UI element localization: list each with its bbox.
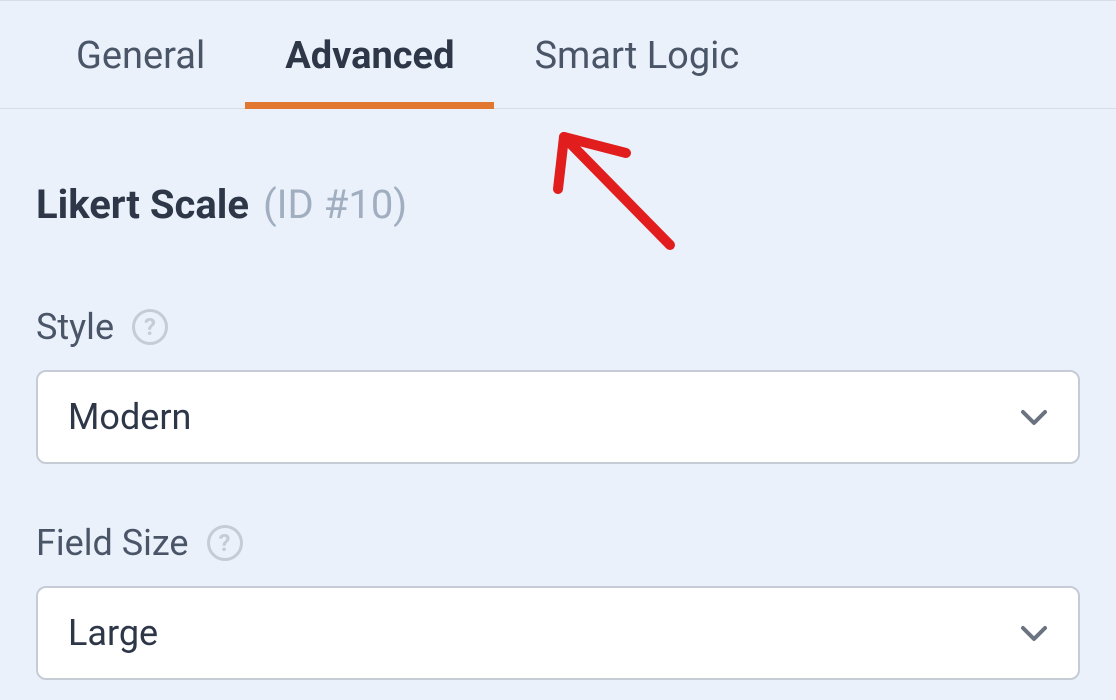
section-title-id: (ID #10) <box>263 181 407 228</box>
field-size-select[interactable]: Large <box>36 586 1080 680</box>
field-group-field-size: Field Size ? Large <box>36 522 1080 680</box>
field-label-row-field-size: Field Size ? <box>36 522 1080 564</box>
style-label: Style <box>36 306 114 348</box>
tab-advanced[interactable]: Advanced <box>245 0 494 108</box>
tab-general[interactable]: General <box>36 0 245 108</box>
help-icon[interactable]: ? <box>207 525 243 561</box>
chevron-down-icon <box>1020 403 1048 431</box>
section-title: Likert Scale (ID #10) <box>36 181 1080 228</box>
tab-smart-logic[interactable]: Smart Logic <box>494 0 779 108</box>
field-size-select-value: Large <box>68 612 158 654</box>
field-group-style: Style ? Modern <box>36 306 1080 464</box>
help-icon[interactable]: ? <box>132 309 168 345</box>
tabs-container: General Advanced Smart Logic <box>0 0 1116 109</box>
content-panel: Likert Scale (ID #10) Style ? Modern Fie… <box>0 109 1116 680</box>
chevron-down-icon <box>1020 619 1048 647</box>
style-select-value: Modern <box>68 396 191 438</box>
section-title-text: Likert Scale <box>36 181 249 228</box>
style-select[interactable]: Modern <box>36 370 1080 464</box>
field-size-label: Field Size <box>36 522 189 564</box>
field-label-row-style: Style ? <box>36 306 1080 348</box>
